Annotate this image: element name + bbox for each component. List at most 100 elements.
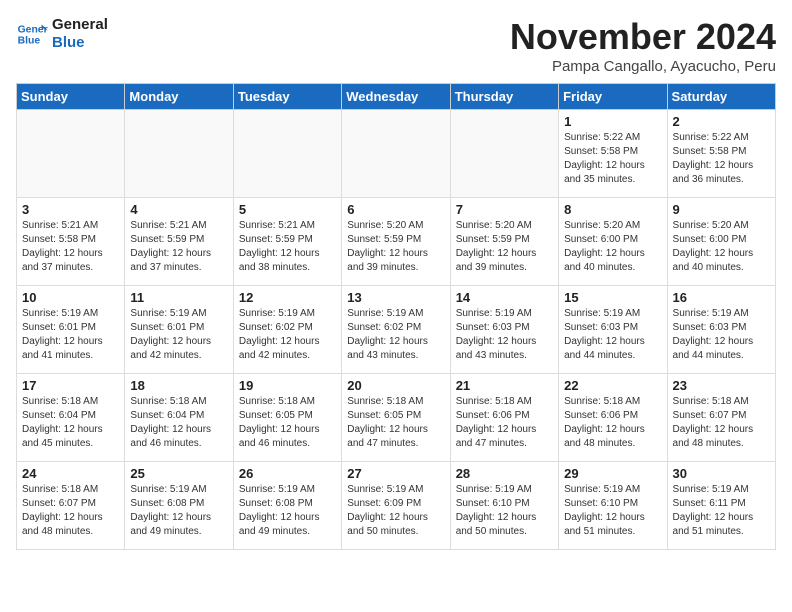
day-info: Sunrise: 5:20 AM Sunset: 6:00 PM Dayligh… [564,219,661,275]
calendar-day-cell: 16 Sunrise: 5:19 AM Sunset: 6:03 PM Dayli… [667,286,775,374]
day-number: 8 [564,202,661,217]
calendar-day-cell: 15 Sunrise: 5:19 AM Sunset: 6:03 PM Dayli… [559,286,667,374]
calendar-day-cell: 29 Sunrise: 5:19 AM Sunset: 6:10 PM Dayli… [559,462,667,550]
day-number: 30 [673,466,770,481]
calendar-day-cell: 4 Sunrise: 5:21 AM Sunset: 5:59 PM Daylig… [125,198,233,286]
day-number: 26 [239,466,336,481]
day-number: 5 [239,202,336,217]
day-info: Sunrise: 5:18 AM Sunset: 6:04 PM Dayligh… [130,395,227,451]
calendar-day-cell: 10Sunrise: 5:19 AM Sunset: 6:01 PM Dayli… [17,286,125,374]
day-info: Sunrise: 5:18 AM Sunset: 6:06 PM Dayligh… [564,395,661,451]
day-number: 20 [347,378,444,393]
day-info: Sunrise: 5:20 AM Sunset: 5:59 PM Dayligh… [456,219,553,275]
calendar-day-cell: 9 Sunrise: 5:20 AM Sunset: 6:00 PM Daylig… [667,198,775,286]
day-number: 17 [22,378,119,393]
weekday-header-saturday: Saturday [667,84,775,110]
calendar-day-cell: 12 Sunrise: 5:19 AM Sunset: 6:02 PM Dayli… [233,286,341,374]
title-block: November 2024 Pampa Cangallo, Ayacucho, … [510,16,776,75]
day-number: 15 [564,290,661,305]
calendar-day-cell [342,110,450,198]
day-number: 13 [347,290,444,305]
calendar-day-cell: 6Sunrise: 5:20 AM Sunset: 5:59 PM Daylig… [342,198,450,286]
calendar-day-cell: 21 Sunrise: 5:18 AM Sunset: 6:06 PM Dayli… [450,374,558,462]
calendar-day-cell: 11 Sunrise: 5:19 AM Sunset: 6:01 PM Dayli… [125,286,233,374]
day-number: 2 [673,114,770,129]
calendar-day-cell: 14 Sunrise: 5:19 AM Sunset: 6:03 PM Dayli… [450,286,558,374]
svg-text:General: General [18,24,48,35]
month-title: November 2024 [510,16,776,58]
calendar-day-cell: 19 Sunrise: 5:18 AM Sunset: 6:05 PM Dayli… [233,374,341,462]
day-info: Sunrise: 5:19 AM Sunset: 6:09 PM Dayligh… [347,483,444,539]
calendar-day-cell: 25Sunrise: 5:19 AM Sunset: 6:08 PM Dayli… [125,462,233,550]
calendar-day-cell [125,110,233,198]
calendar-day-cell: 5Sunrise: 5:21 AM Sunset: 5:59 PM Daylig… [233,198,341,286]
logo-blue: Blue [52,34,108,52]
calendar-day-cell: 18 Sunrise: 5:18 AM Sunset: 6:04 PM Dayli… [125,374,233,462]
weekday-header-friday: Friday [559,84,667,110]
calendar-day-cell: 28 Sunrise: 5:19 AM Sunset: 6:10 PM Dayli… [450,462,558,550]
day-number: 14 [456,290,553,305]
day-number: 29 [564,466,661,481]
weekday-header-sunday: Sunday [17,84,125,110]
day-number: 12 [239,290,336,305]
calendar-day-cell: 26 Sunrise: 5:19 AM Sunset: 6:08 PM Dayli… [233,462,341,550]
day-info: Sunrise: 5:19 AM Sunset: 6:01 PM Dayligh… [22,307,119,363]
location-subtitle: Pampa Cangallo, Ayacucho, Peru [510,58,776,75]
day-info: Sunrise: 5:20 AM Sunset: 5:59 PM Dayligh… [347,219,444,275]
calendar-week-row: 17 Sunrise: 5:18 AM Sunset: 6:04 PM Dayli… [17,374,776,462]
day-info: Sunrise: 5:19 AM Sunset: 6:11 PM Dayligh… [673,483,770,539]
calendar-day-cell: 7 Sunrise: 5:20 AM Sunset: 5:59 PM Daylig… [450,198,558,286]
calendar-day-cell: 3Sunrise: 5:21 AM Sunset: 5:58 PM Daylig… [17,198,125,286]
calendar-table: SundayMondayTuesdayWednesdayThursdayFrid… [16,83,776,550]
day-info: Sunrise: 5:19 AM Sunset: 6:10 PM Dayligh… [564,483,661,539]
calendar-day-cell: 22 Sunrise: 5:18 AM Sunset: 6:06 PM Dayli… [559,374,667,462]
day-info: Sunrise: 5:19 AM Sunset: 6:03 PM Dayligh… [673,307,770,363]
day-number: 11 [130,290,227,305]
day-number: 9 [673,202,770,217]
calendar-day-cell [17,110,125,198]
weekday-header-monday: Monday [125,84,233,110]
weekday-header-thursday: Thursday [450,84,558,110]
day-info: Sunrise: 5:18 AM Sunset: 6:06 PM Dayligh… [456,395,553,451]
day-info: Sunrise: 5:19 AM Sunset: 6:10 PM Dayligh… [456,483,553,539]
calendar-week-row: 10Sunrise: 5:19 AM Sunset: 6:01 PM Dayli… [17,286,776,374]
day-number: 22 [564,378,661,393]
calendar-day-cell: 13Sunrise: 5:19 AM Sunset: 6:02 PM Dayli… [342,286,450,374]
day-info: Sunrise: 5:19 AM Sunset: 6:02 PM Dayligh… [239,307,336,363]
day-number: 18 [130,378,227,393]
calendar-week-row: 24 Sunrise: 5:18 AM Sunset: 6:07 PM Dayli… [17,462,776,550]
day-number: 28 [456,466,553,481]
day-info: Sunrise: 5:22 AM Sunset: 5:58 PM Dayligh… [673,131,770,187]
calendar-day-cell: 24 Sunrise: 5:18 AM Sunset: 6:07 PM Dayli… [17,462,125,550]
day-number: 25 [130,466,227,481]
day-number: 4 [130,202,227,217]
calendar-week-row: 3Sunrise: 5:21 AM Sunset: 5:58 PM Daylig… [17,198,776,286]
page-header: General Blue General Blue November 2024 … [16,16,776,75]
day-info: Sunrise: 5:21 AM Sunset: 5:59 PM Dayligh… [130,219,227,275]
day-info: Sunrise: 5:18 AM Sunset: 6:04 PM Dayligh… [22,395,119,451]
day-info: Sunrise: 5:20 AM Sunset: 6:00 PM Dayligh… [673,219,770,275]
day-info: Sunrise: 5:18 AM Sunset: 6:07 PM Dayligh… [673,395,770,451]
day-info: Sunrise: 5:18 AM Sunset: 6:05 PM Dayligh… [347,395,444,451]
day-info: Sunrise: 5:21 AM Sunset: 5:58 PM Dayligh… [22,219,119,275]
day-info: Sunrise: 5:19 AM Sunset: 6:03 PM Dayligh… [564,307,661,363]
logo-general: General [52,16,108,34]
day-info: Sunrise: 5:18 AM Sunset: 6:07 PM Dayligh… [22,483,119,539]
day-number: 16 [673,290,770,305]
calendar-day-cell [450,110,558,198]
weekday-header-tuesday: Tuesday [233,84,341,110]
calendar-week-row: 1Sunrise: 5:22 AM Sunset: 5:58 PM Daylig… [17,110,776,198]
calendar-header-row: SundayMondayTuesdayWednesdayThursdayFrid… [17,84,776,110]
day-number: 24 [22,466,119,481]
day-number: 7 [456,202,553,217]
calendar-day-cell: 30 Sunrise: 5:19 AM Sunset: 6:11 PM Dayli… [667,462,775,550]
day-number: 19 [239,378,336,393]
day-info: Sunrise: 5:19 AM Sunset: 6:03 PM Dayligh… [456,307,553,363]
calendar-day-cell [233,110,341,198]
day-info: Sunrise: 5:19 AM Sunset: 6:01 PM Dayligh… [130,307,227,363]
day-number: 23 [673,378,770,393]
day-number: 21 [456,378,553,393]
day-info: Sunrise: 5:19 AM Sunset: 6:08 PM Dayligh… [239,483,336,539]
logo-icon: General Blue [16,18,48,50]
day-info: Sunrise: 5:18 AM Sunset: 6:05 PM Dayligh… [239,395,336,451]
